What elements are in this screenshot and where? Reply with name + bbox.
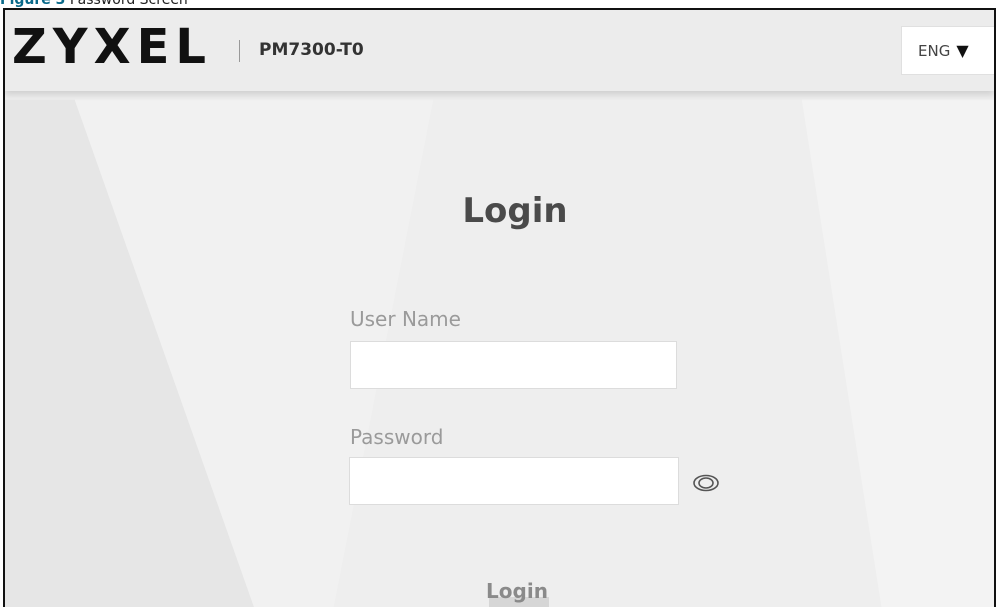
eye-icon[interactable] (691, 473, 721, 493)
login-button-label: Login (486, 579, 548, 603)
language-selector[interactable]: ENG ▼ (901, 26, 994, 75)
zyxel-logo: ZYXEL (12, 19, 212, 75)
caret-down-icon: ▼ (956, 40, 969, 60)
header-divider (239, 40, 240, 62)
login-panel: Login User Name Password Login (5, 91, 994, 607)
screenshot-frame: ZYXEL PM7300-T0 ENG ▼ Login User Name Pa… (3, 8, 996, 607)
figure-caption-text: Password Screen (69, 0, 188, 8)
top-header: ZYXEL PM7300-T0 ENG ▼ (5, 10, 994, 91)
username-label: User Name (350, 307, 461, 331)
username-input[interactable] (350, 341, 677, 389)
figure-caption: Figure 3 Password Screen (0, 0, 188, 7)
login-button[interactable]: Login (477, 571, 557, 607)
language-label: ENG (918, 41, 951, 60)
password-input[interactable] (349, 457, 679, 505)
password-label: Password (350, 425, 444, 449)
login-title: Login (462, 191, 568, 231)
device-model: PM7300-T0 (259, 40, 364, 60)
figure-number: Figure 3 (0, 0, 66, 8)
